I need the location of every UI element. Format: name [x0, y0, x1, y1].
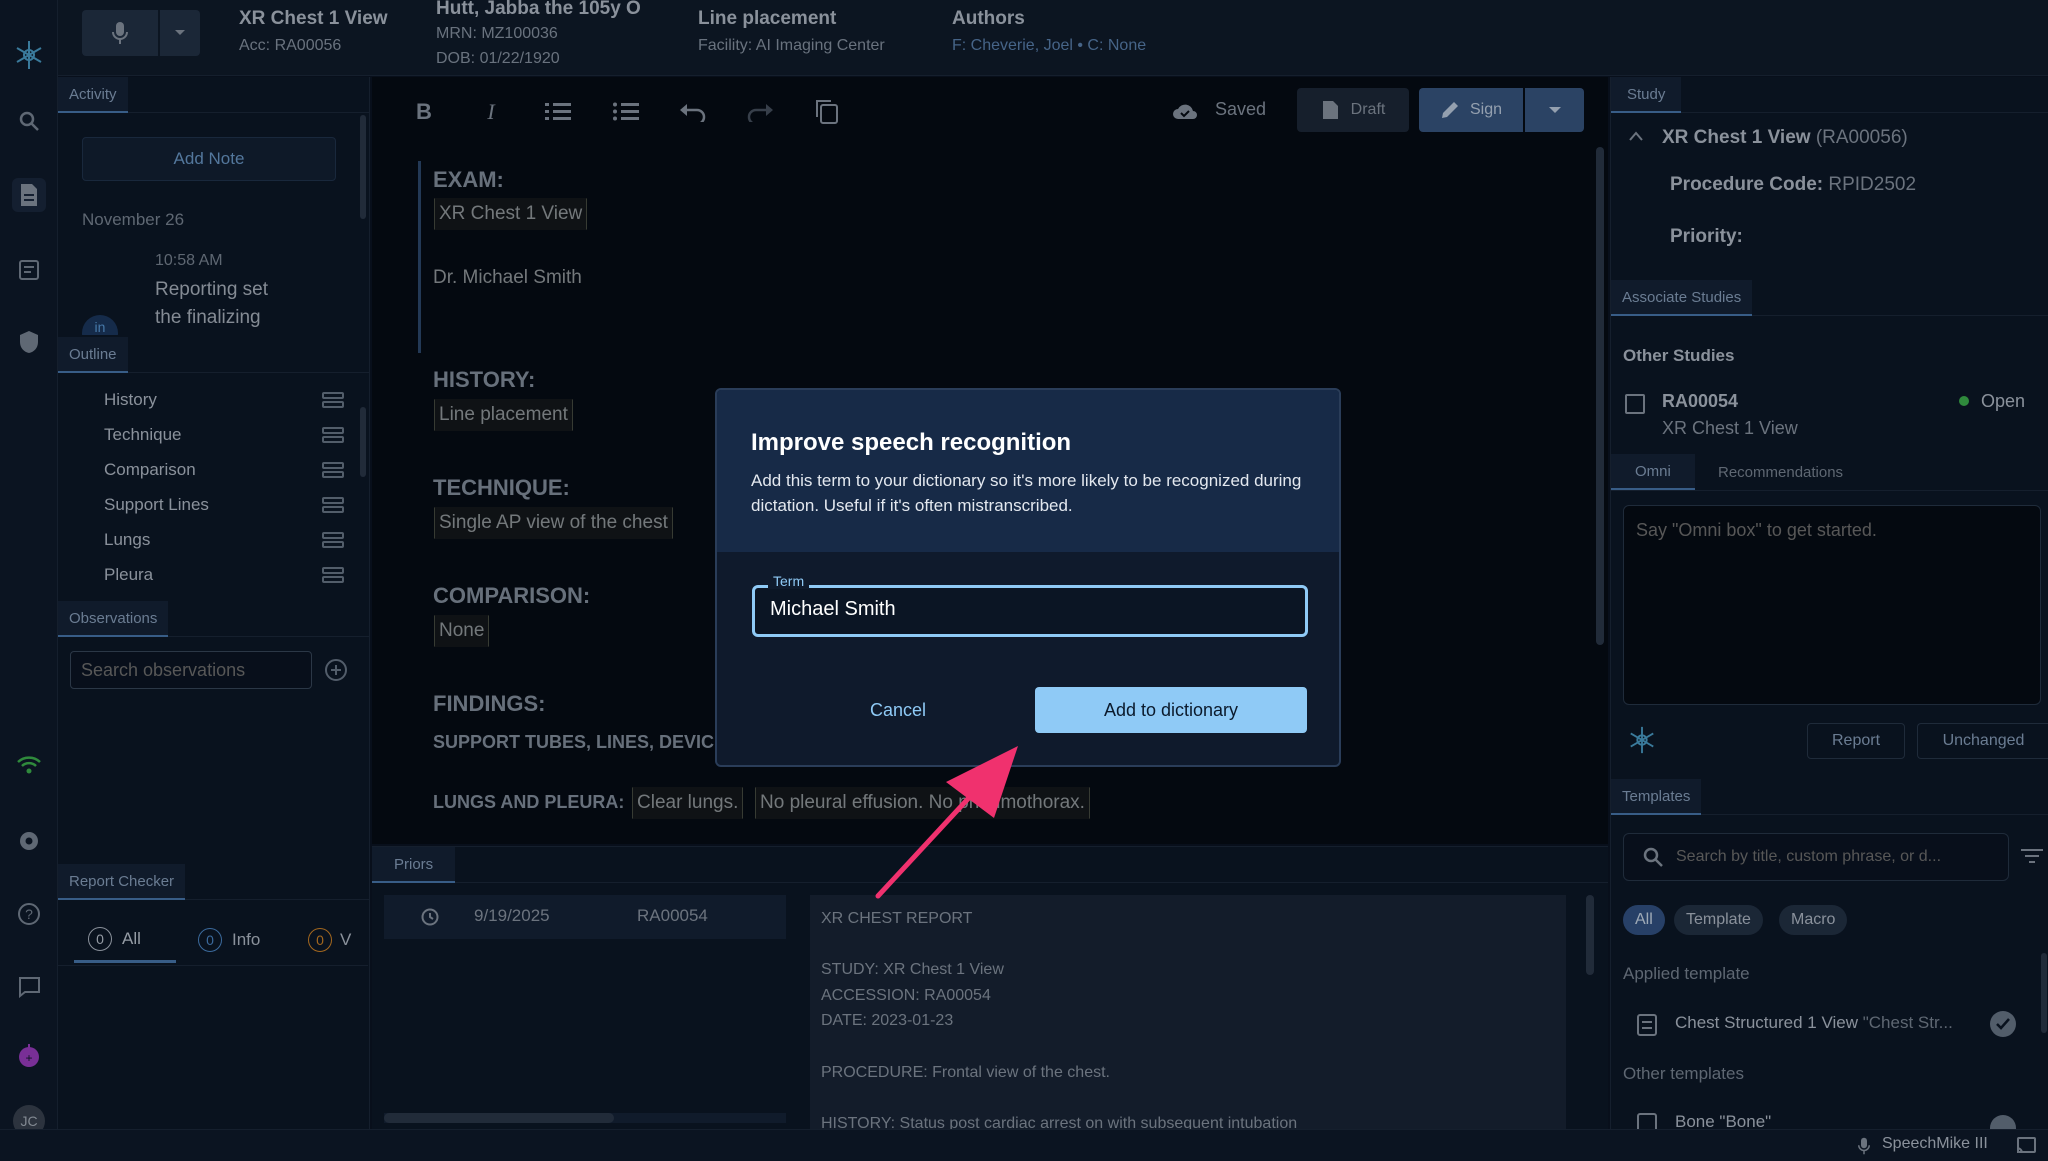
- cancel-button[interactable]: Cancel: [803, 687, 993, 733]
- term-label: Term: [768, 573, 810, 589]
- improve-speech-dialog: Improve speech recognition Add this term…: [715, 388, 1341, 767]
- add-to-dictionary-button[interactable]: Add to dictionary: [1035, 687, 1307, 733]
- dialog-description: Add this term to your dictionary so it's…: [751, 471, 1302, 515]
- dialog-title: Improve speech recognition: [751, 429, 1072, 456]
- annotation-arrow-icon: [875, 746, 1018, 899]
- term-input[interactable]: [770, 598, 1290, 621]
